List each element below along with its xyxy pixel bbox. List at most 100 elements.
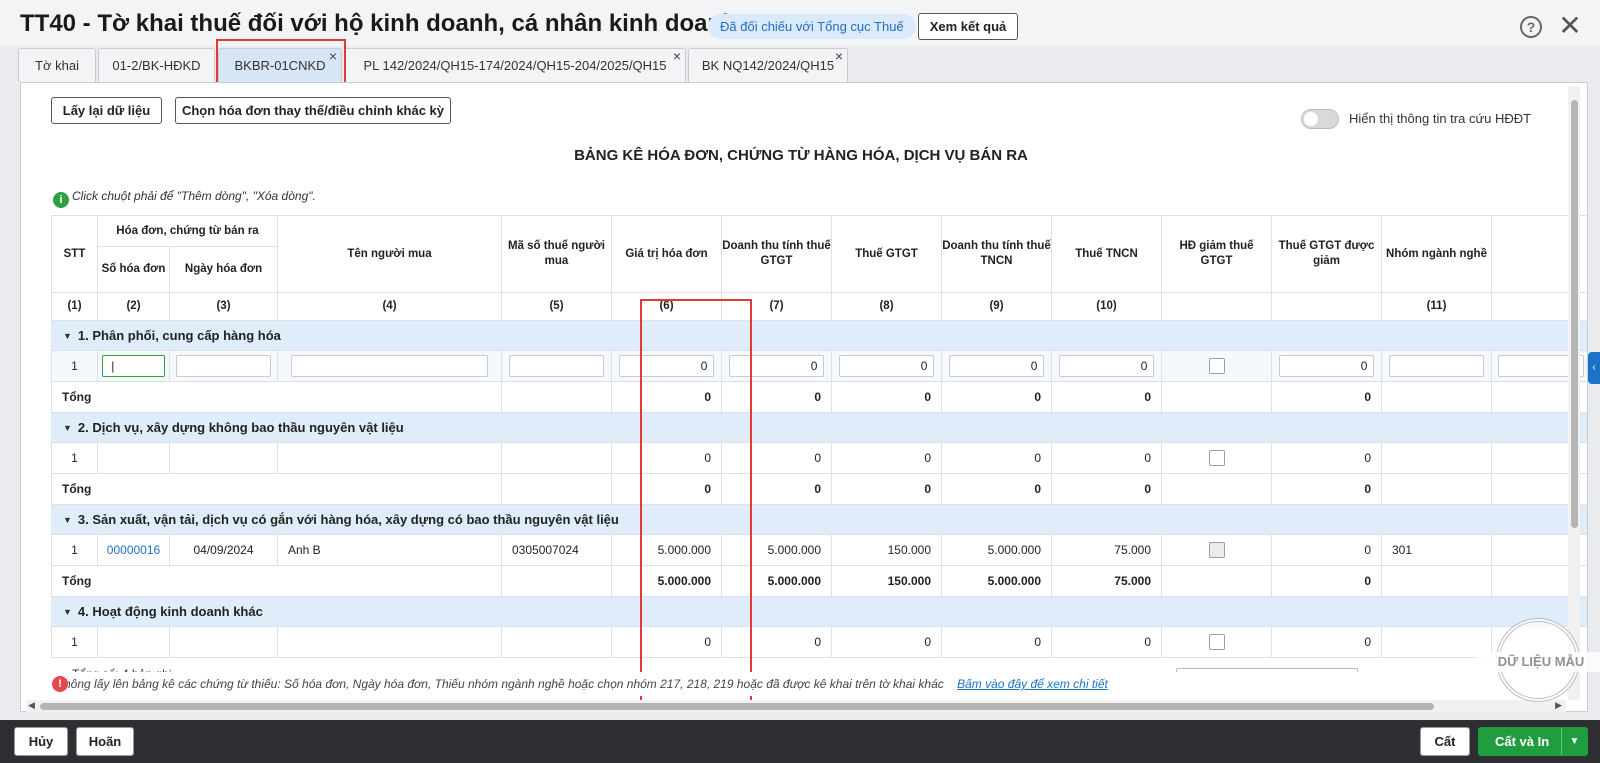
cell-rev-pit[interactable]: 0 — [942, 443, 1052, 474]
cell-invoice-no[interactable]: | — [98, 351, 170, 382]
reduce-checkbox[interactable] — [1208, 634, 1225, 650]
scroll-thumb[interactable] — [1571, 100, 1578, 528]
cell-industry[interactable]: 301 — [1382, 535, 1492, 566]
reduce-checkbox[interactable] — [1208, 542, 1225, 558]
tax-input[interactable] — [508, 355, 605, 377]
cell-tax[interactable] — [502, 627, 612, 658]
cell-reduced[interactable]: 0 — [1272, 351, 1382, 382]
table-row: 1 00000016 04/09/2024 Anh B 0305007024 5… — [51, 535, 1587, 566]
cell-pit[interactable]: 0 — [1052, 443, 1162, 474]
cell-reduce-chk[interactable] — [1162, 627, 1272, 658]
invoice-no-input[interactable]: | — [102, 355, 165, 377]
cancel-button[interactable]: Hủy — [14, 727, 68, 756]
pit-input[interactable]: 0 — [1058, 355, 1155, 377]
postpone-button[interactable]: Hoãn — [76, 727, 134, 756]
group-label: 1. Phân phối, cung cấp hàng hóa — [77, 328, 281, 343]
close-icon[interactable]: ✕ — [1556, 12, 1584, 40]
cell-pit[interactable]: 0 — [1052, 351, 1162, 382]
vertical-scrollbar[interactable] — [1568, 86, 1580, 700]
group-row[interactable]: ▼ 1. Phân phối, cung cấp hàng hóa — [51, 321, 1587, 351]
total-empty — [1162, 382, 1272, 413]
cell-buyer[interactable] — [278, 627, 502, 658]
buyer-input[interactable] — [291, 355, 488, 377]
tab-bk-hdkd[interactable]: 01-2/BK-HĐKD — [98, 48, 215, 82]
chevron-down-icon[interactable]: ▼ — [1561, 728, 1587, 755]
col-number: (1) — [51, 293, 98, 321]
table-row: 1 | 0 0 0 0 0 0 — [51, 351, 1587, 382]
group-row[interactable]: ▼ 4. Hoạt động kinh doanh khác — [51, 597, 1587, 627]
cell-stt: 1 — [51, 351, 98, 382]
tab-pl-142[interactable]: PL 142/2024/QH15-174/2024/QH15-204/2025/… — [344, 48, 686, 82]
cell-invoice-no[interactable] — [98, 627, 170, 658]
cell-industry[interactable] — [1382, 351, 1492, 382]
tab-to-khai[interactable]: Tờ khai — [18, 48, 96, 82]
collapse-triangle-icon[interactable]: ▼ — [63, 597, 72, 627]
vat-input[interactable]: 0 — [838, 355, 935, 377]
cell-industry[interactable] — [1382, 443, 1492, 474]
save-button[interactable]: Cất — [1420, 727, 1470, 756]
collapse-triangle-icon[interactable]: ▼ — [63, 505, 72, 535]
tab-close-icon[interactable]: × — [835, 39, 843, 73]
cell-vat[interactable]: 150.000 — [832, 535, 942, 566]
cell-vat[interactable]: 0 — [832, 351, 942, 382]
header-invoice-value: Giá trị hóa đơn — [612, 215, 722, 293]
collapse-triangle-icon[interactable]: ▼ — [63, 321, 72, 351]
tab-label: BK NQ142/2024/QH15 — [701, 58, 835, 73]
cell-reduce-chk[interactable] — [1162, 443, 1272, 474]
invoice-no-link[interactable]: 00000016 — [98, 535, 170, 566]
col-number: (8) — [832, 293, 942, 321]
cell-buyer[interactable]: Anh B — [278, 535, 502, 566]
reduce-checkbox[interactable] — [1208, 450, 1225, 466]
cell-vat[interactable]: 0 — [832, 443, 942, 474]
scroll-right-icon[interactable]: ▶ — [1555, 700, 1562, 711]
cell-invoice-date[interactable]: 04/09/2024 — [170, 535, 278, 566]
horizontal-scrollbar[interactable]: ◀ ▶ — [26, 700, 1566, 712]
save-print-button[interactable]: Cất và In ▼ — [1478, 727, 1588, 756]
cell-reduced[interactable]: 0 — [1272, 535, 1382, 566]
group-row[interactable]: ▼ 2. Dịch vụ, xây dựng không bao thầu ngu… — [51, 413, 1587, 443]
cell-invoice-date[interactable] — [170, 351, 278, 382]
total-rev-pit: 0 — [942, 474, 1052, 505]
einvoice-lookup-toggle[interactable] — [1301, 109, 1339, 129]
scroll-thumb[interactable] — [40, 703, 1434, 710]
cell-pit[interactable]: 75.000 — [1052, 535, 1162, 566]
header-vat-reduce-invoice: HĐ giảm thuế GTGT — [1162, 215, 1272, 293]
reload-data-button[interactable]: Lấy lại dữ liệu — [51, 97, 162, 124]
window-title: TT40 - Tờ khai thuế đối với hộ kinh doan… — [20, 10, 737, 37]
cell-pit[interactable]: 0 — [1052, 627, 1162, 658]
tab-close-icon[interactable]: × — [673, 39, 681, 73]
cell-invoice-date[interactable] — [170, 627, 278, 658]
cell-buyer[interactable] — [278, 351, 502, 382]
cell-invoice-date[interactable] — [170, 443, 278, 474]
cell-reduce-chk[interactable] — [1162, 351, 1272, 382]
cell-rev-pit[interactable]: 5.000.000 — [942, 535, 1052, 566]
choose-invoice-button[interactable]: Chọn hóa đơn thay thế/điều chỉnh khác kỳ — [175, 97, 451, 124]
invoice-date-input[interactable] — [176, 355, 271, 377]
cell-reduce-chk[interactable] — [1162, 535, 1272, 566]
total-label: Tổng — [51, 474, 502, 505]
rev-pit-input[interactable]: 0 — [948, 355, 1045, 377]
help-icon[interactable]: ? — [1520, 16, 1542, 38]
industry-input[interactable] — [1388, 355, 1485, 377]
collapse-triangle-icon[interactable]: ▼ — [63, 413, 72, 443]
reduce-checkbox[interactable] — [1208, 358, 1225, 374]
warning-text: Không lấy lên bảng kê các chứng từ thiếu… — [56, 677, 944, 691]
cell-buyer[interactable] — [278, 443, 502, 474]
cell-tax[interactable]: 0305007024 — [502, 535, 612, 566]
cell-tax[interactable] — [502, 443, 612, 474]
col-number — [1272, 293, 1382, 321]
tab-bk-nq142[interactable]: BK NQ142/2024/QH15 × — [688, 48, 848, 82]
view-result-button[interactable]: Xem kết quả — [918, 13, 1018, 40]
cell-reduced[interactable]: 0 — [1272, 443, 1382, 474]
cell-rev-pit[interactable]: 0 — [942, 627, 1052, 658]
cell-reduced[interactable]: 0 — [1272, 627, 1382, 658]
side-panel-toggle[interactable]: ‹ — [1588, 352, 1600, 384]
reduced-input[interactable]: 0 — [1278, 355, 1375, 377]
group-row[interactable]: ▼ 3. Sản xuất, vận tải, dịch vụ có gắn vớ… — [51, 505, 1587, 535]
cell-invoice-no[interactable] — [98, 443, 170, 474]
cell-vat[interactable]: 0 — [832, 627, 942, 658]
cell-rev-pit[interactable]: 0 — [942, 351, 1052, 382]
cell-tax[interactable] — [502, 351, 612, 382]
scroll-left-icon[interactable]: ◀ — [28, 700, 35, 711]
warning-detail-link[interactable]: Bấm vào đây để xem chi tiết — [957, 677, 1108, 691]
